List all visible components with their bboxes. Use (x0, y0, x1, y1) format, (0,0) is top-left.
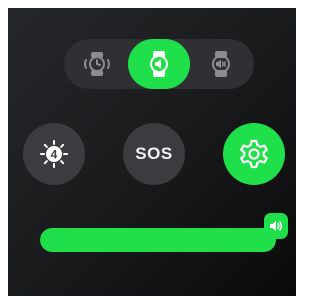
brightness-icon: 4 (39, 139, 69, 169)
sound-mode-selector (64, 39, 254, 89)
brightness-button[interactable]: 4 (23, 123, 85, 185)
ring-mode-button[interactable] (128, 39, 190, 89)
volume-fill (40, 228, 276, 252)
control-center: 4 SOS (8, 8, 296, 296)
settings-button[interactable] (223, 123, 285, 185)
watch-ring-icon (144, 49, 174, 79)
sos-button[interactable]: SOS (123, 123, 185, 185)
volume-handle[interactable] (264, 213, 288, 239)
sos-label: SOS (135, 144, 173, 163)
gear-icon (238, 138, 270, 170)
vibrate-mode-button[interactable] (66, 39, 128, 89)
volume-slider[interactable] (40, 228, 276, 252)
speaker-icon (267, 217, 285, 235)
mute-mode-button[interactable] (190, 39, 252, 89)
watch-mute-icon (206, 49, 236, 79)
brightness-level: 4 (51, 148, 58, 162)
watch-vibrate-icon (82, 49, 112, 79)
